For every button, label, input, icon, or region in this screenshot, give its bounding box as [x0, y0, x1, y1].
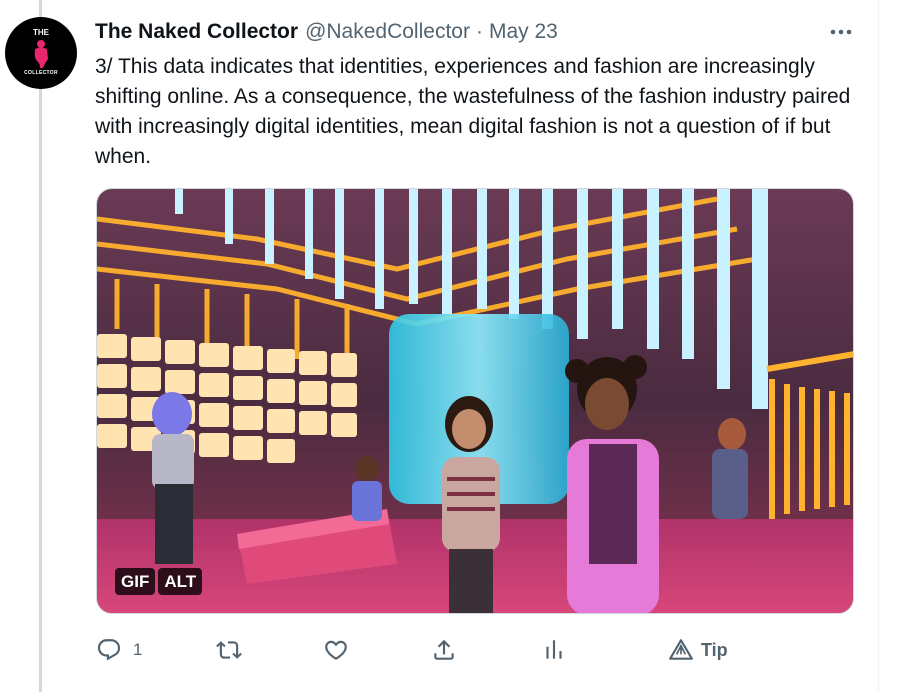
- like-button[interactable]: [323, 634, 349, 666]
- retweet-icon: [216, 641, 242, 659]
- avatar[interactable]: THE COLLECTOR: [5, 17, 77, 89]
- media-badges: GIF ALT: [115, 568, 203, 595]
- tweet-header: The Naked Collector @NakedCollector · Ma…: [95, 19, 558, 45]
- share-icon: [434, 639, 454, 660]
- like-icon: [325, 640, 347, 660]
- retweet-button[interactable]: [216, 634, 242, 666]
- tweet-text: 3/ This data indicates that identities, …: [95, 55, 851, 168]
- author-handle[interactable]: @NakedCollector: [305, 20, 470, 44]
- tweet-date[interactable]: May 23: [489, 20, 558, 44]
- tip-icon: [669, 639, 693, 660]
- tip-label: Tip: [701, 639, 728, 660]
- gif-scene-image: [97, 189, 853, 613]
- tweet-media-gif[interactable]: GIF ALT: [96, 188, 854, 614]
- analytics-button[interactable]: [541, 634, 567, 666]
- more-button[interactable]: [826, 18, 856, 46]
- share-button[interactable]: [431, 634, 457, 666]
- alt-badge[interactable]: ALT: [158, 568, 203, 595]
- gif-badge: GIF: [115, 568, 156, 595]
- header-separator: ·: [475, 20, 483, 43]
- reply-icon: [97, 639, 121, 661]
- thread-line: [39, 0, 42, 692]
- timeline-border: [878, 0, 879, 692]
- reply-count: 1: [133, 640, 143, 659]
- author-name[interactable]: The Naked Collector: [95, 20, 298, 44]
- tweet-actions: 1 Tip: [0, 634, 902, 666]
- tip-button[interactable]: Tip: [668, 634, 728, 666]
- more-icon: [830, 29, 852, 35]
- avatar-text-top: THE: [33, 28, 49, 37]
- avatar-text-bottom: COLLECTOR: [24, 70, 58, 76]
- analytics-icon: [546, 640, 562, 659]
- avatar-figure-icon: [34, 40, 48, 68]
- reply-button[interactable]: 1: [96, 634, 142, 666]
